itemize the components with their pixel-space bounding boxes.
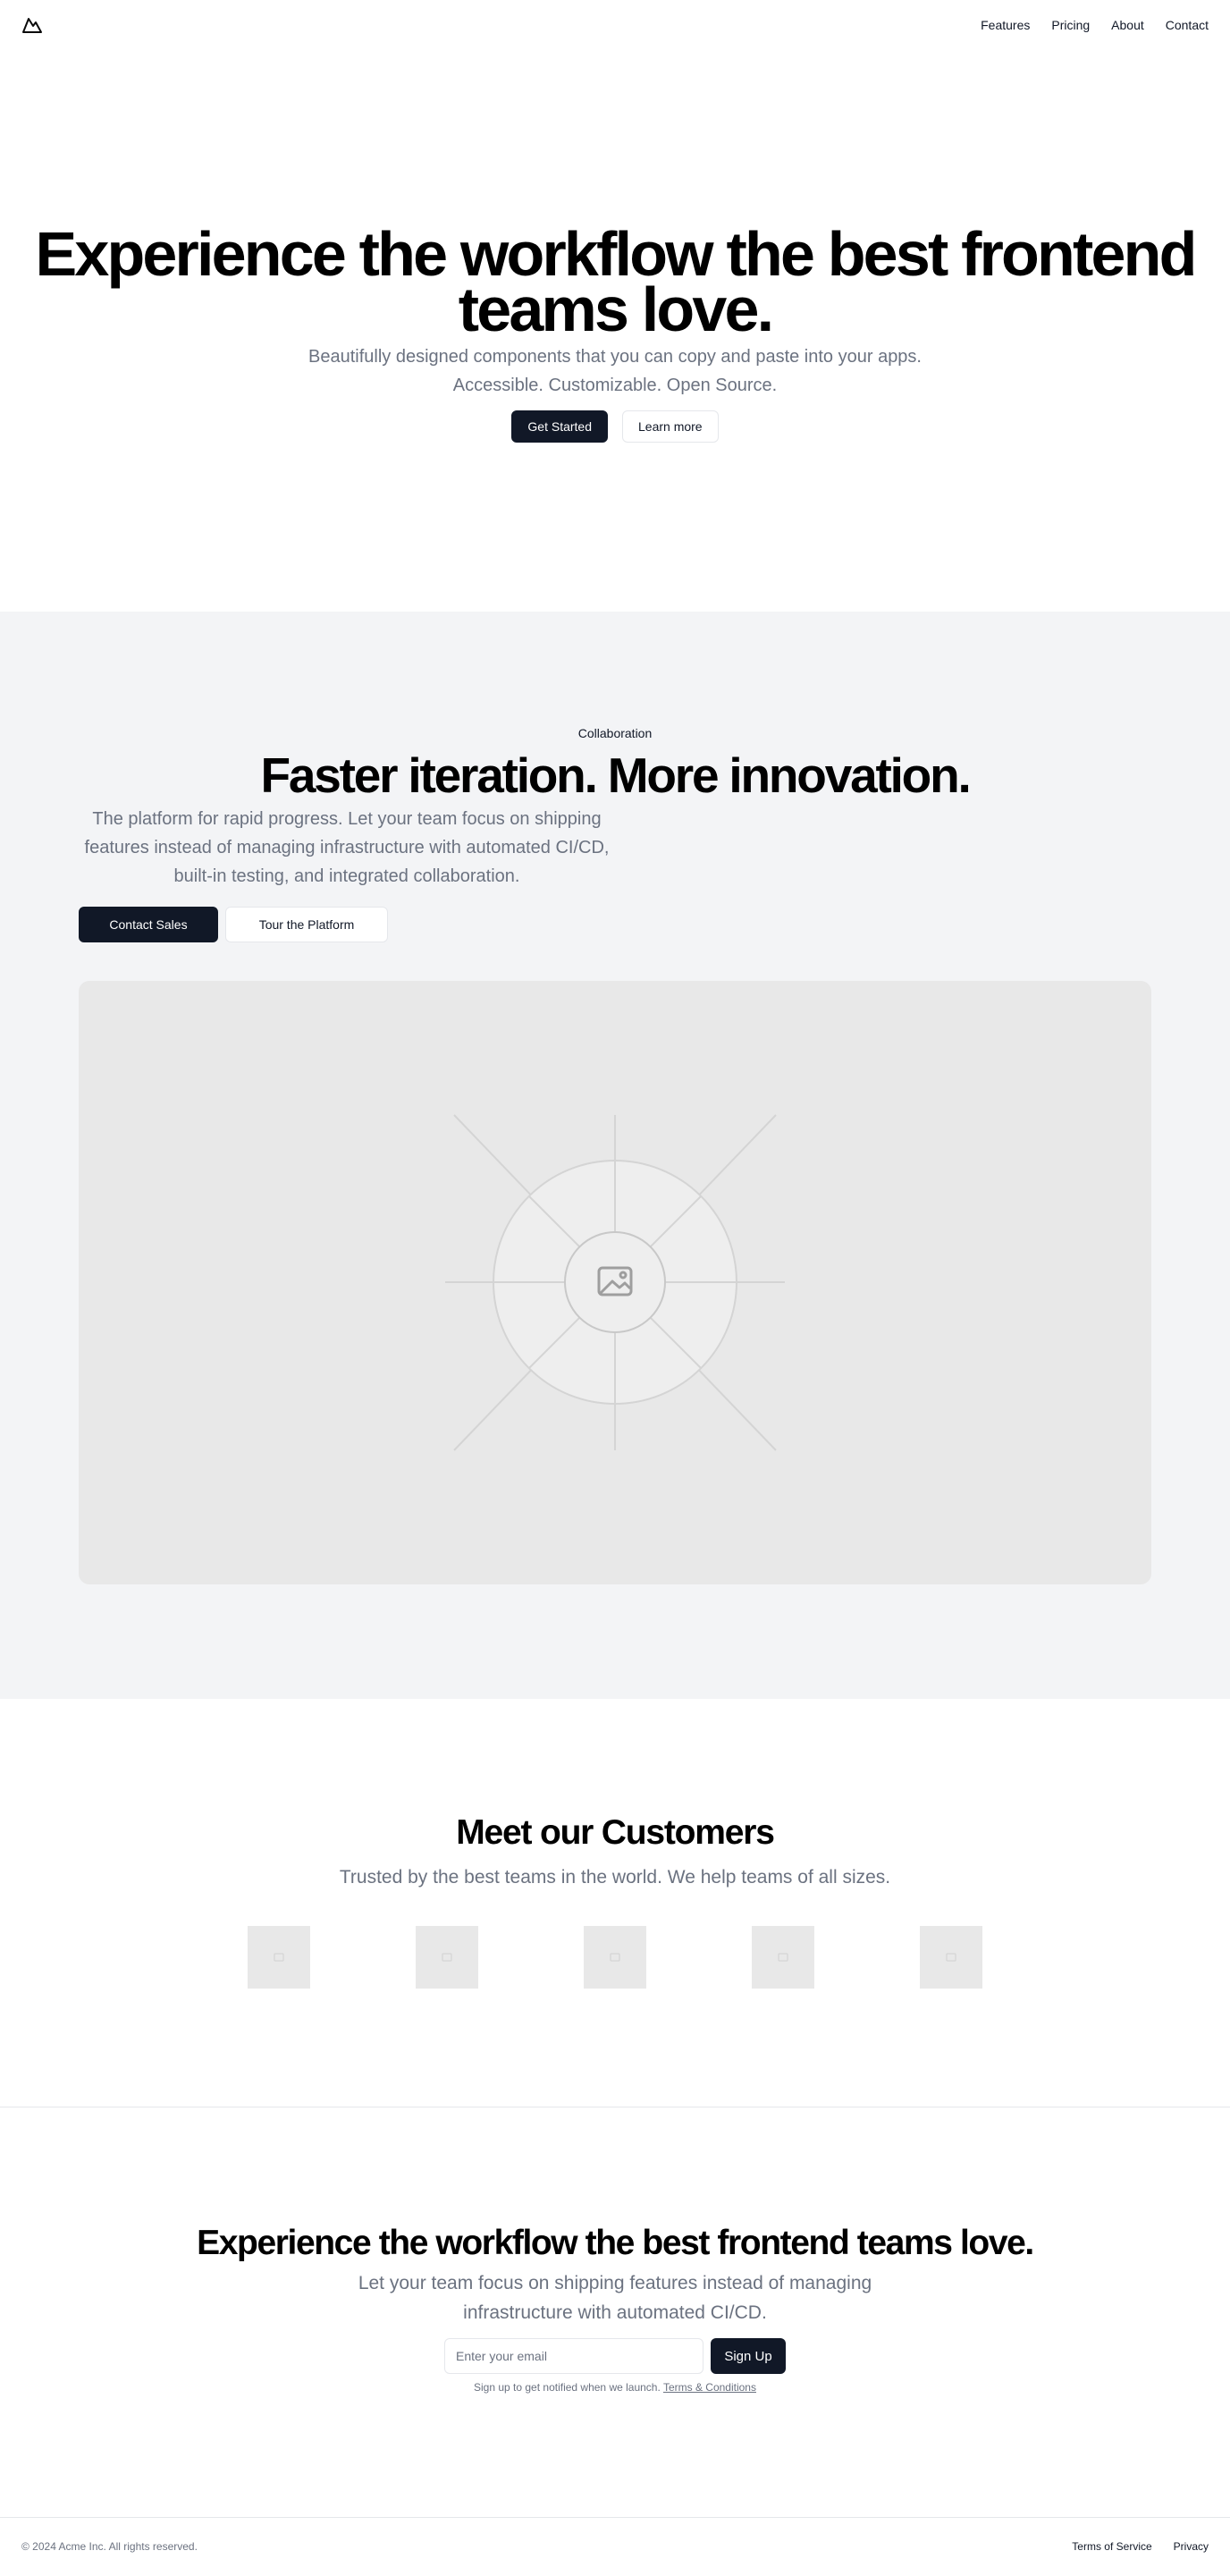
collaboration-section: Collaboration Faster iteration. More inn… <box>0 612 1230 1699</box>
sign-up-button[interactable]: Sign Up <box>711 2338 786 2374</box>
customers-title: Meet our Customers <box>456 1813 775 1852</box>
signup-note-text: Sign up to get notified when we launch. <box>474 2381 661 2394</box>
customer-logo-icon <box>752 1926 814 1989</box>
hero-section: Experience the workflow the best fronten… <box>0 50 1230 612</box>
mountain-icon[interactable] <box>21 14 43 36</box>
customers-subtitle: Trusted by the best teams in the world. … <box>339 1867 891 1888</box>
signup-form: Sign Up <box>0 2338 1230 2374</box>
hero-subtitle: Beautifully designed components that you… <box>308 347 922 395</box>
collaboration-eyebrow: Collaboration <box>577 726 653 740</box>
main-nav: Features Pricing About Contact <box>981 18 1209 32</box>
email-field[interactable] <box>444 2338 703 2374</box>
footer-links: Terms of Service Privacy <box>1072 2540 1209 2553</box>
signup-description: Let your team focus on shipping features… <box>358 2273 872 2323</box>
platform-image-placeholder <box>79 981 1151 1584</box>
customer-logo-icon <box>920 1926 982 1989</box>
nav-link-about[interactable]: About <box>1111 18 1144 32</box>
customer-logo-icon <box>584 1926 646 1989</box>
get-started-button[interactable]: Get Started <box>511 410 608 443</box>
site-footer: © 2024 Acme Inc. All rights reserved. Te… <box>0 2517 1230 2575</box>
nav-link-features[interactable]: Features <box>981 18 1030 32</box>
contact-sales-button[interactable]: Contact Sales <box>79 907 218 942</box>
privacy-link[interactable]: Privacy <box>1174 2540 1209 2553</box>
customer-logo-icon <box>416 1926 478 1989</box>
image-placeholder-icon <box>445 1114 785 1451</box>
collaboration-actions: Contact Sales Tour the Platform <box>79 907 1230 942</box>
terms-of-service-link[interactable]: Terms of Service <box>1072 2540 1151 2553</box>
hero-title: Experience the workflow the best fronten… <box>35 219 1197 344</box>
tour-platform-button[interactable]: Tour the Platform <box>225 907 388 942</box>
copyright-text: © 2024 Acme Inc. All rights reserved. <box>21 2540 198 2553</box>
hero-actions: Get Started Learn more <box>511 410 719 443</box>
nav-link-pricing[interactable]: Pricing <box>1051 18 1090 32</box>
site-header: Features Pricing About Contact <box>0 0 1230 50</box>
collaboration-title: Faster iteration. More innovation. <box>260 747 971 803</box>
customer-logos <box>0 1926 1230 1989</box>
signup-note: Sign up to get notified when we launch. … <box>0 2381 1230 2394</box>
terms-link[interactable]: Terms & Conditions <box>663 2381 756 2394</box>
nav-link-contact[interactable]: Contact <box>1166 18 1209 32</box>
collaboration-description: The platform for rapid progress. Let you… <box>84 809 610 886</box>
customers-section: Meet our Customers Trusted by the best t… <box>0 1699 1230 2107</box>
signup-title: Experience the workflow the best fronten… <box>197 2224 1034 2262</box>
customer-logo-icon <box>248 1926 310 1989</box>
signup-section: Experience the workflow the best fronten… <box>0 2107 1230 2517</box>
learn-more-button[interactable]: Learn more <box>622 410 719 443</box>
